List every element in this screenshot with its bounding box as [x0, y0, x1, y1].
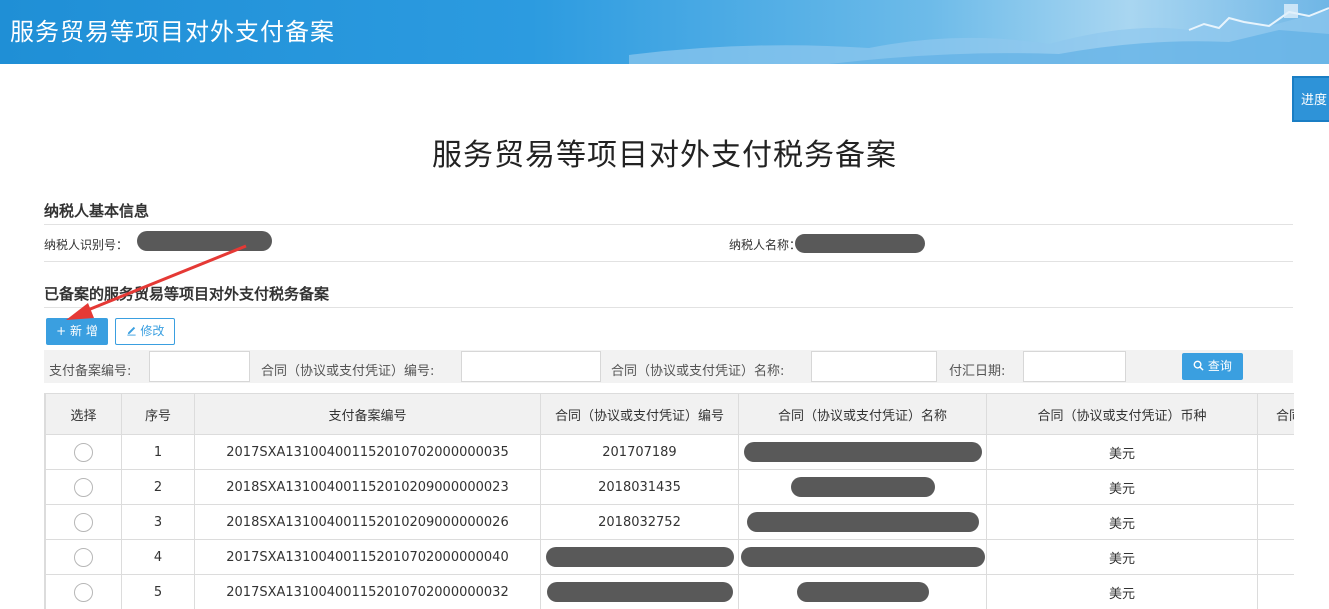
currency-cell: 美元	[986, 434, 1258, 470]
divider	[44, 224, 1293, 225]
currency-cell: 美元	[986, 539, 1258, 575]
taxpayer-section-title: 纳税人基本信息	[44, 202, 150, 220]
contract-name-cell	[738, 539, 987, 575]
add-button[interactable]: + 新 增	[46, 318, 108, 345]
payment-no-cell: 2018SXA131004001152010209000000023	[194, 469, 541, 505]
extra-cell	[1257, 469, 1294, 505]
contract-name-input[interactable]	[811, 351, 937, 382]
edit-button[interactable]: 修改	[115, 318, 175, 345]
column-header-contract-more: 合同	[1257, 393, 1294, 435]
extra-cell	[1257, 574, 1294, 609]
app-title: 服务贸易等项目对外支付备案	[10, 18, 335, 46]
table-row[interactable]: 1 2017SXA131004001152010702000000035 201…	[45, 434, 1294, 470]
redacted-contract-name	[796, 582, 929, 602]
row-radio[interactable]	[74, 477, 93, 497]
contract-no-cell	[540, 539, 739, 575]
currency-cell: 美元	[986, 574, 1258, 609]
seq-cell: 5	[121, 574, 195, 609]
seq-cell: 4	[121, 539, 195, 575]
seq-cell: 2	[121, 469, 195, 505]
column-header-select: 选择	[45, 393, 122, 435]
great-wall-banner-image	[629, 4, 1329, 64]
currency-cell: 美元	[986, 504, 1258, 540]
redacted-taxpayer-id	[137, 231, 272, 251]
records-section-title: 已备案的服务贸易等项目对外支付税务备案	[44, 285, 330, 303]
payment-no-cell: 2017SXA131004001152010702000000040	[194, 539, 541, 575]
table-row[interactable]: 2 2018SXA131004001152010209000000023 201…	[45, 469, 1294, 505]
taxpayer-id-label: 纳税人识别号：	[44, 238, 129, 252]
contract-no-input[interactable]	[461, 351, 601, 382]
select-cell	[45, 434, 122, 470]
contract-name-filter-label: 合同（协议或支付凭证）名称:	[611, 364, 785, 379]
contract-name-cell	[738, 504, 987, 540]
extra-cell	[1257, 539, 1294, 575]
payment-no-cell: 2017SXA131004001152010702000000035	[194, 434, 541, 470]
progress-side-tab[interactable]: 进度	[1292, 76, 1329, 122]
payment-no-input[interactable]	[149, 351, 250, 382]
redacted-contract-no	[545, 547, 734, 567]
redacted-contract-name	[740, 547, 985, 567]
redacted-contract-no	[546, 582, 733, 602]
column-header-currency: 合同（协议或支付凭证）币种	[986, 393, 1258, 435]
seq-cell: 1	[121, 434, 195, 470]
payment-no-cell: 2018SXA131004001152010209000000026	[194, 504, 541, 540]
contract-no-filter-label: 合同（协议或支付凭证）编号:	[261, 364, 435, 379]
payment-no-filter-label: 支付备案编号:	[49, 364, 132, 379]
extra-cell	[1257, 504, 1294, 540]
date-filter-label: 付汇日期:	[949, 364, 1006, 379]
extra-cell	[1257, 434, 1294, 470]
redacted-taxpayer-name	[795, 234, 925, 253]
page-title: 服务贸易等项目对外支付税务备案	[432, 138, 897, 173]
search-icon	[1193, 360, 1204, 371]
currency-cell: 美元	[986, 469, 1258, 505]
query-button[interactable]: 查询	[1182, 353, 1243, 380]
select-cell	[45, 504, 122, 540]
select-cell	[45, 574, 122, 609]
pencil-icon	[126, 326, 136, 336]
taxpayer-name-label: 纳税人名称：	[729, 238, 802, 252]
table-row[interactable]: 5 2017SXA131004001152010702000000032 美元	[45, 574, 1294, 609]
redacted-contract-name	[743, 442, 982, 462]
contract-no-cell: 201707189	[540, 434, 739, 470]
divider	[44, 261, 1293, 262]
date-input[interactable]	[1023, 351, 1126, 382]
column-header-contract-name: 合同（协议或支付凭证）名称	[738, 393, 987, 435]
filter-bar: 支付备案编号: 合同（协议或支付凭证）编号: 合同（协议或支付凭证）名称: 付汇…	[44, 350, 1293, 383]
contract-no-cell: 2018032752	[540, 504, 739, 540]
contract-no-cell	[540, 574, 739, 609]
select-cell	[45, 539, 122, 575]
divider	[44, 307, 1293, 308]
column-header-contract-no: 合同（协议或支付凭证）编号	[540, 393, 739, 435]
redacted-contract-name	[746, 512, 979, 532]
select-cell	[45, 469, 122, 505]
records-table: 选择 序号 支付备案编号 合同（协议或支付凭证）编号 合同（协议或支付凭证）名称…	[44, 393, 1294, 609]
column-header-seq: 序号	[121, 393, 195, 435]
seq-cell: 3	[121, 504, 195, 540]
contract-name-cell	[738, 469, 987, 505]
payment-no-cell: 2017SXA131004001152010702000000032	[194, 574, 541, 609]
contract-no-cell: 2018031435	[540, 469, 739, 505]
row-radio[interactable]	[74, 512, 93, 532]
row-radio[interactable]	[74, 582, 93, 602]
row-radio[interactable]	[74, 547, 93, 567]
query-button-label: 查询	[1207, 359, 1232, 373]
app-header: 服务贸易等项目对外支付备案	[0, 0, 1329, 64]
table-row[interactable]: 4 2017SXA131004001152010702000000040 美元	[45, 539, 1294, 575]
table-header-row: 选择 序号 支付备案编号 合同（协议或支付凭证）编号 合同（协议或支付凭证）名称…	[45, 393, 1294, 435]
contract-name-cell	[738, 434, 987, 470]
column-header-payment-no: 支付备案编号	[194, 393, 541, 435]
redacted-contract-name	[790, 477, 935, 497]
table-row[interactable]: 3 2018SXA131004001152010209000000026 201…	[45, 504, 1294, 540]
edit-button-label: 修改	[140, 324, 165, 338]
contract-name-cell	[738, 574, 987, 609]
row-radio[interactable]	[74, 442, 93, 462]
